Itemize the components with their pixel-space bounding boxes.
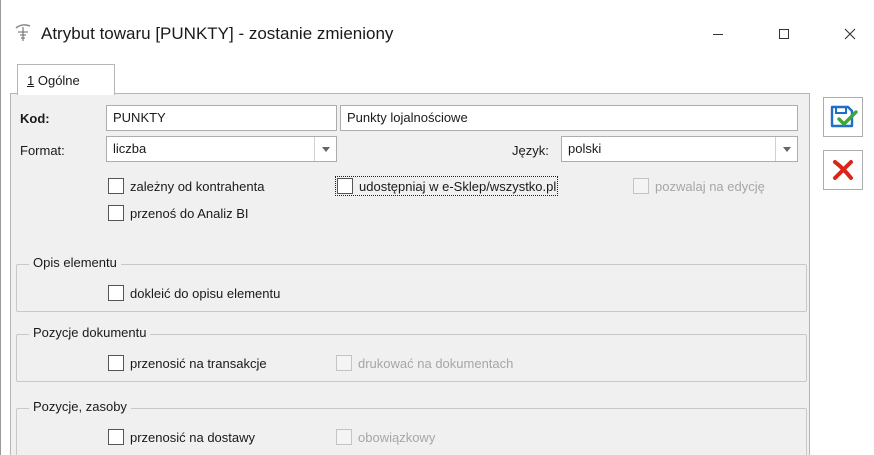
- checkbox-box: [336, 355, 352, 371]
- tab-strip: 1 Ogólne: [10, 60, 810, 95]
- pozwalaj-label: pozwalaj na edycję: [655, 178, 765, 194]
- obowiazkowy-checkbox: obowiązkowy: [336, 429, 435, 445]
- dokleic-label: dokleić do opisu elementu: [130, 285, 281, 301]
- jezyk-value: polski: [568, 141, 602, 156]
- udostepniaj-checkbox[interactable]: udostępniaj w e-Sklep/wszystko.pl: [334, 176, 559, 196]
- tab-ogolne[interactable]: 1 Ogólne: [17, 64, 115, 95]
- checkbox-box[interactable]: [108, 355, 124, 371]
- checkbox-box[interactable]: [108, 178, 124, 194]
- zalezny-checkbox[interactable]: zależny od kontrahenta: [108, 178, 264, 194]
- format-dropdown-button[interactable]: [314, 137, 336, 161]
- checkbox-box: [336, 429, 352, 445]
- dialog-window: Atrybut towaru [PUNKTY] - zostanie zmien…: [0, 0, 874, 455]
- checkbox-box[interactable]: [108, 205, 124, 221]
- chevron-down-icon: [321, 146, 330, 152]
- name-input[interactable]: Punkty lojalnościowe: [340, 105, 798, 131]
- checkbox-box[interactable]: [337, 178, 353, 194]
- transakcje-label: przenosić na transakcje: [130, 355, 267, 371]
- checkbox-box: [633, 178, 649, 194]
- dostawy-label: przenosić na dostawy: [130, 429, 256, 445]
- chevron-down-icon: [782, 146, 791, 152]
- minimize-icon: [713, 34, 723, 35]
- udostepniaj-label: udostępniaj w e-Sklep/wszystko.pl: [359, 178, 557, 194]
- minimize-button[interactable]: [695, 14, 741, 54]
- drukowac-label: drukować na dokumentach: [358, 355, 514, 371]
- attribute-app-icon: [15, 24, 31, 41]
- group-pozycje-zasoby-title: Pozycje, zasoby: [29, 399, 131, 414]
- transakcje-checkbox[interactable]: przenosić na transakcje: [108, 355, 267, 371]
- obowiazkowy-label: obowiązkowy: [358, 429, 436, 445]
- maximize-icon: [779, 29, 789, 39]
- przenos-bi-checkbox[interactable]: przenoś do Analiz BI: [108, 205, 249, 221]
- save-disk-check-icon: [830, 105, 858, 128]
- close-window-button[interactable]: [827, 14, 873, 54]
- group-opis-title: Opis elementu: [29, 255, 121, 270]
- dokleic-checkbox[interactable]: dokleić do opisu elementu: [108, 285, 280, 301]
- checkbox-box[interactable]: [108, 429, 124, 445]
- checkbox-box[interactable]: [108, 285, 124, 301]
- tab-panel-ogolne: Kod: PUNKTY Punkty lojalnościowe Format:…: [10, 93, 810, 455]
- format-label: Format:: [20, 143, 65, 158]
- jezyk-dropdown-button[interactable]: [775, 137, 797, 161]
- zalezny-label: zależny od kontrahenta: [130, 178, 265, 194]
- tab-label: Ogólne: [34, 73, 80, 88]
- jezyk-label: Język:: [512, 143, 549, 158]
- window-title: Atrybut towaru [PUNKTY] - zostanie zmien…: [41, 24, 394, 43]
- close-icon: [844, 28, 856, 40]
- drukowac-checkbox: drukować na dokumentach: [336, 355, 513, 371]
- save-button[interactable]: [823, 97, 863, 137]
- cancel-button[interactable]: [823, 150, 863, 190]
- format-select[interactable]: liczba: [106, 136, 337, 162]
- group-pozycje-dok-title: Pozycje dokumentu: [29, 325, 151, 340]
- kod-input[interactable]: PUNKTY: [106, 105, 337, 131]
- title-bar[interactable]: Atrybut towaru [PUNKTY] - zostanie zmien…: [1, 0, 874, 60]
- jezyk-select[interactable]: polski: [561, 136, 798, 162]
- pozwalaj-checkbox: pozwalaj na edycję: [633, 178, 765, 194]
- cancel-x-icon: [833, 160, 853, 180]
- przenos-bi-label: przenoś do Analiz BI: [130, 205, 249, 221]
- kod-label: Kod:: [20, 111, 50, 126]
- dostawy-checkbox[interactable]: przenosić na dostawy: [108, 429, 255, 445]
- maximize-button[interactable]: [761, 14, 807, 54]
- format-value: liczba: [113, 141, 147, 156]
